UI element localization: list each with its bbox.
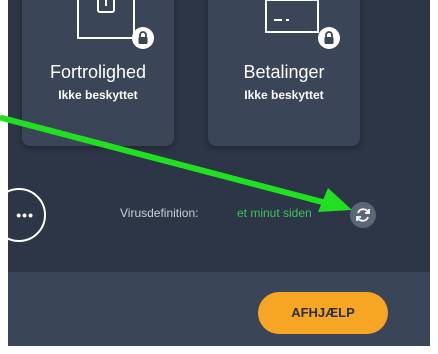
privacy-card[interactable]: Fortrolighed Ikke beskyttet [22,0,174,146]
payments-card[interactable]: Betalinger Ikke beskyttet [208,0,360,146]
virus-definition-value: et minut siden [237,206,312,220]
virus-definition-label: Virusdefinition: [120,206,199,220]
credit-card-icon [265,0,319,33]
antivirus-panel: Fortrolighed Ikke beskyttet Betalinger I… [8,0,430,346]
more-options-button[interactable]: ••• [8,188,46,242]
card-status: Ikke beskyttet [244,88,324,102]
refresh-button[interactable] [350,202,376,228]
card-status: Ikke beskyttet [58,88,138,102]
fix-button[interactable]: AFHJÆLP [258,292,388,334]
document-icon [77,0,135,39]
lock-icon [318,27,340,49]
card-title: Fortrolighed [49,62,147,82]
refresh-icon [356,208,370,222]
card-title: Betalinger [243,62,325,82]
lock-icon [132,27,154,49]
